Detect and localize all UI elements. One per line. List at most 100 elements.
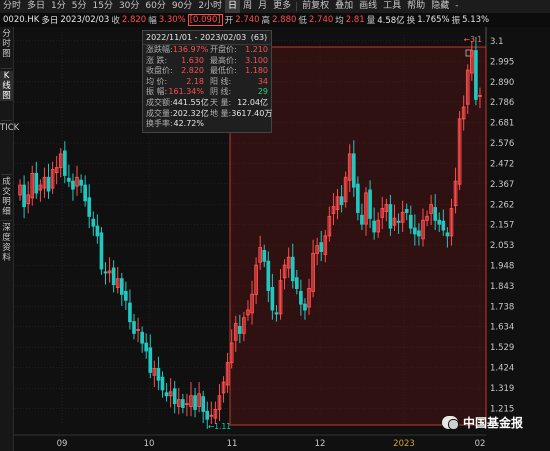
tool-4[interactable]: 帮助 (404, 0, 428, 13)
tooltip-label: 天 量: (210, 97, 232, 107)
period-1[interactable]: 多日 (24, 0, 48, 13)
tooltip-label: 换手率: (146, 119, 173, 129)
y-tick-label: 1.215 (490, 404, 514, 414)
side-tab-3[interactable]: 成交明细 (0, 177, 13, 217)
candle-down (181, 399, 185, 408)
tooltip-cell: 阴 线: 29 (207, 87, 271, 98)
close-value: 2.820 (121, 15, 147, 25)
candle-down (238, 326, 242, 334)
tool-3[interactable]: 工具 (380, 0, 404, 13)
tooltip-row: 涨 跌: 1.630 最高价: 3.100 (143, 56, 271, 67)
tooltip-cell: 涨跌幅: 136.97% (143, 45, 209, 56)
avg-value: 2.81 (345, 15, 365, 25)
period-6[interactable]: 60分 (142, 0, 168, 13)
period-11[interactable]: 月 (255, 0, 270, 13)
candle-down (396, 220, 401, 223)
period-5[interactable]: 30分 (116, 0, 142, 13)
candle-down (441, 220, 446, 231)
y-tick-label: 2.472 (490, 159, 514, 169)
tooltip-cell: 收盘价: 2.820 (143, 66, 207, 77)
tooltip-cell: 地 量: 3617.40万 (207, 109, 272, 120)
candle-down (62, 150, 67, 176)
period-2[interactable]: 1分 (48, 0, 69, 13)
candle-down (95, 225, 100, 237)
candle-down (474, 50, 478, 100)
candle-down (339, 196, 344, 206)
period-8[interactable]: 2小时 (195, 0, 225, 13)
candle-down (156, 367, 161, 381)
candle-down (140, 331, 144, 344)
candle-down (270, 287, 275, 311)
tooltip-row: 成交额: 441.55亿天 量: 12.04亿 (143, 98, 271, 109)
candle-down (193, 395, 197, 410)
period-3[interactable]: 5分 (69, 0, 90, 13)
period-0[interactable]: 分时 (0, 0, 24, 13)
candlestick-chart[interactable]: 3.1 2.995 2.890 2.786 2.681 2.576 2.472 2.367 2.… (14, 27, 550, 451)
stock-code: 0020.HK (3, 15, 40, 25)
candle-up (136, 328, 140, 331)
side-divider (1, 120, 12, 121)
tool-5[interactable]: 隐藏 (428, 0, 452, 13)
tooltip-cell: 振 幅: 161.34% (143, 87, 207, 98)
y-tick-label: 2.262 (490, 200, 514, 210)
candle-down (124, 290, 128, 301)
tooltip-label: 最高价: (210, 55, 237, 65)
tooltip-cell: 均 价: 2.18 (143, 77, 207, 88)
tooltip-row: 收盘价: 2.820 最低价: 1.180 (143, 66, 271, 77)
tooltip-label: 成交额: (146, 97, 173, 107)
period-toolbar: 分时 多日 1分 5分 15分 30分 60分 90分 2小时日周月更多 前复权 叠加 画线 工具 帮助隐… (0, 0, 550, 13)
tool-2[interactable]: 画线 (356, 0, 380, 13)
y-tick-label: 1.948 (490, 261, 514, 271)
period-4[interactable]: 15分 (90, 0, 116, 13)
tool-1[interactable]: 叠加 (332, 0, 356, 13)
candle-down (372, 220, 376, 233)
tooltip-label: 收盘价: (146, 66, 173, 76)
tooltip-label: 阳 线: (210, 76, 232, 86)
tooltip-header: 2022/11/01 - 2023/02/03 (63) (143, 31, 271, 45)
candle-down (303, 303, 307, 311)
turnover-value: 1.765% (417, 15, 450, 25)
period-12[interactable]: 更多 (270, 0, 294, 13)
candle-down (437, 219, 442, 225)
tooltip-value: 2.18 (186, 76, 204, 86)
x-tick-label: 02 (475, 439, 486, 449)
tooltip-cell: 开盘价: 1.210 (207, 45, 271, 56)
amplitude-value: 5.13% (462, 15, 490, 25)
mode-label: 多日 (41, 16, 59, 26)
tool-0[interactable]: 前复权 (299, 0, 332, 13)
amplitude-label: 振 (451, 16, 461, 26)
tooltip-value: 136.97% (172, 45, 209, 54)
range-stats-tooltip: 2022/11/01 - 2023/02/03 (63) 涨跌幅: 136.97%… (142, 30, 272, 133)
side-tab-4[interactable]: 深度资料 (0, 223, 13, 263)
candle-down (164, 392, 169, 397)
candle-down (144, 342, 149, 352)
candle-down (299, 290, 303, 305)
side-tab-2[interactable]: TICK (0, 123, 19, 133)
candle-down (132, 321, 136, 334)
period-9[interactable]: 日 (225, 0, 241, 13)
avg-label: 均 (335, 16, 344, 26)
candle-up (209, 414, 214, 417)
candle-down (46, 176, 51, 192)
candle-down (356, 183, 360, 213)
tooltip-value: 161.34% (168, 87, 204, 97)
period-7[interactable]: 90分 (169, 0, 195, 13)
tooltip-label: 成交量: (146, 108, 173, 118)
candle-down (266, 260, 271, 291)
tooltip-label: 均 价: (146, 76, 168, 86)
volume-value: 4.58亿 (377, 16, 405, 26)
x-tick-label: 09 (57, 439, 68, 449)
tooltip-label: 开盘价: (210, 45, 237, 54)
tooltip-value: 1.180 (245, 66, 268, 76)
date-label: 2023/02/03 (60, 15, 110, 25)
candle-down (34, 172, 39, 194)
hide-arrow-icon[interactable]: - (452, 0, 461, 13)
side-tab-0[interactable]: 分时图 (0, 29, 13, 59)
watermark: 中国基金报 (442, 414, 523, 431)
side-tab-1[interactable]: K线图 (0, 71, 13, 101)
y-tick-label: 1.319 (490, 384, 514, 394)
tooltip-label: 阴 线: (210, 87, 232, 97)
tooltip-row: 均 价: 2.18 阳 线: 34 (143, 77, 271, 88)
period-10[interactable]: 周 (240, 0, 255, 13)
candle-down (128, 302, 132, 323)
